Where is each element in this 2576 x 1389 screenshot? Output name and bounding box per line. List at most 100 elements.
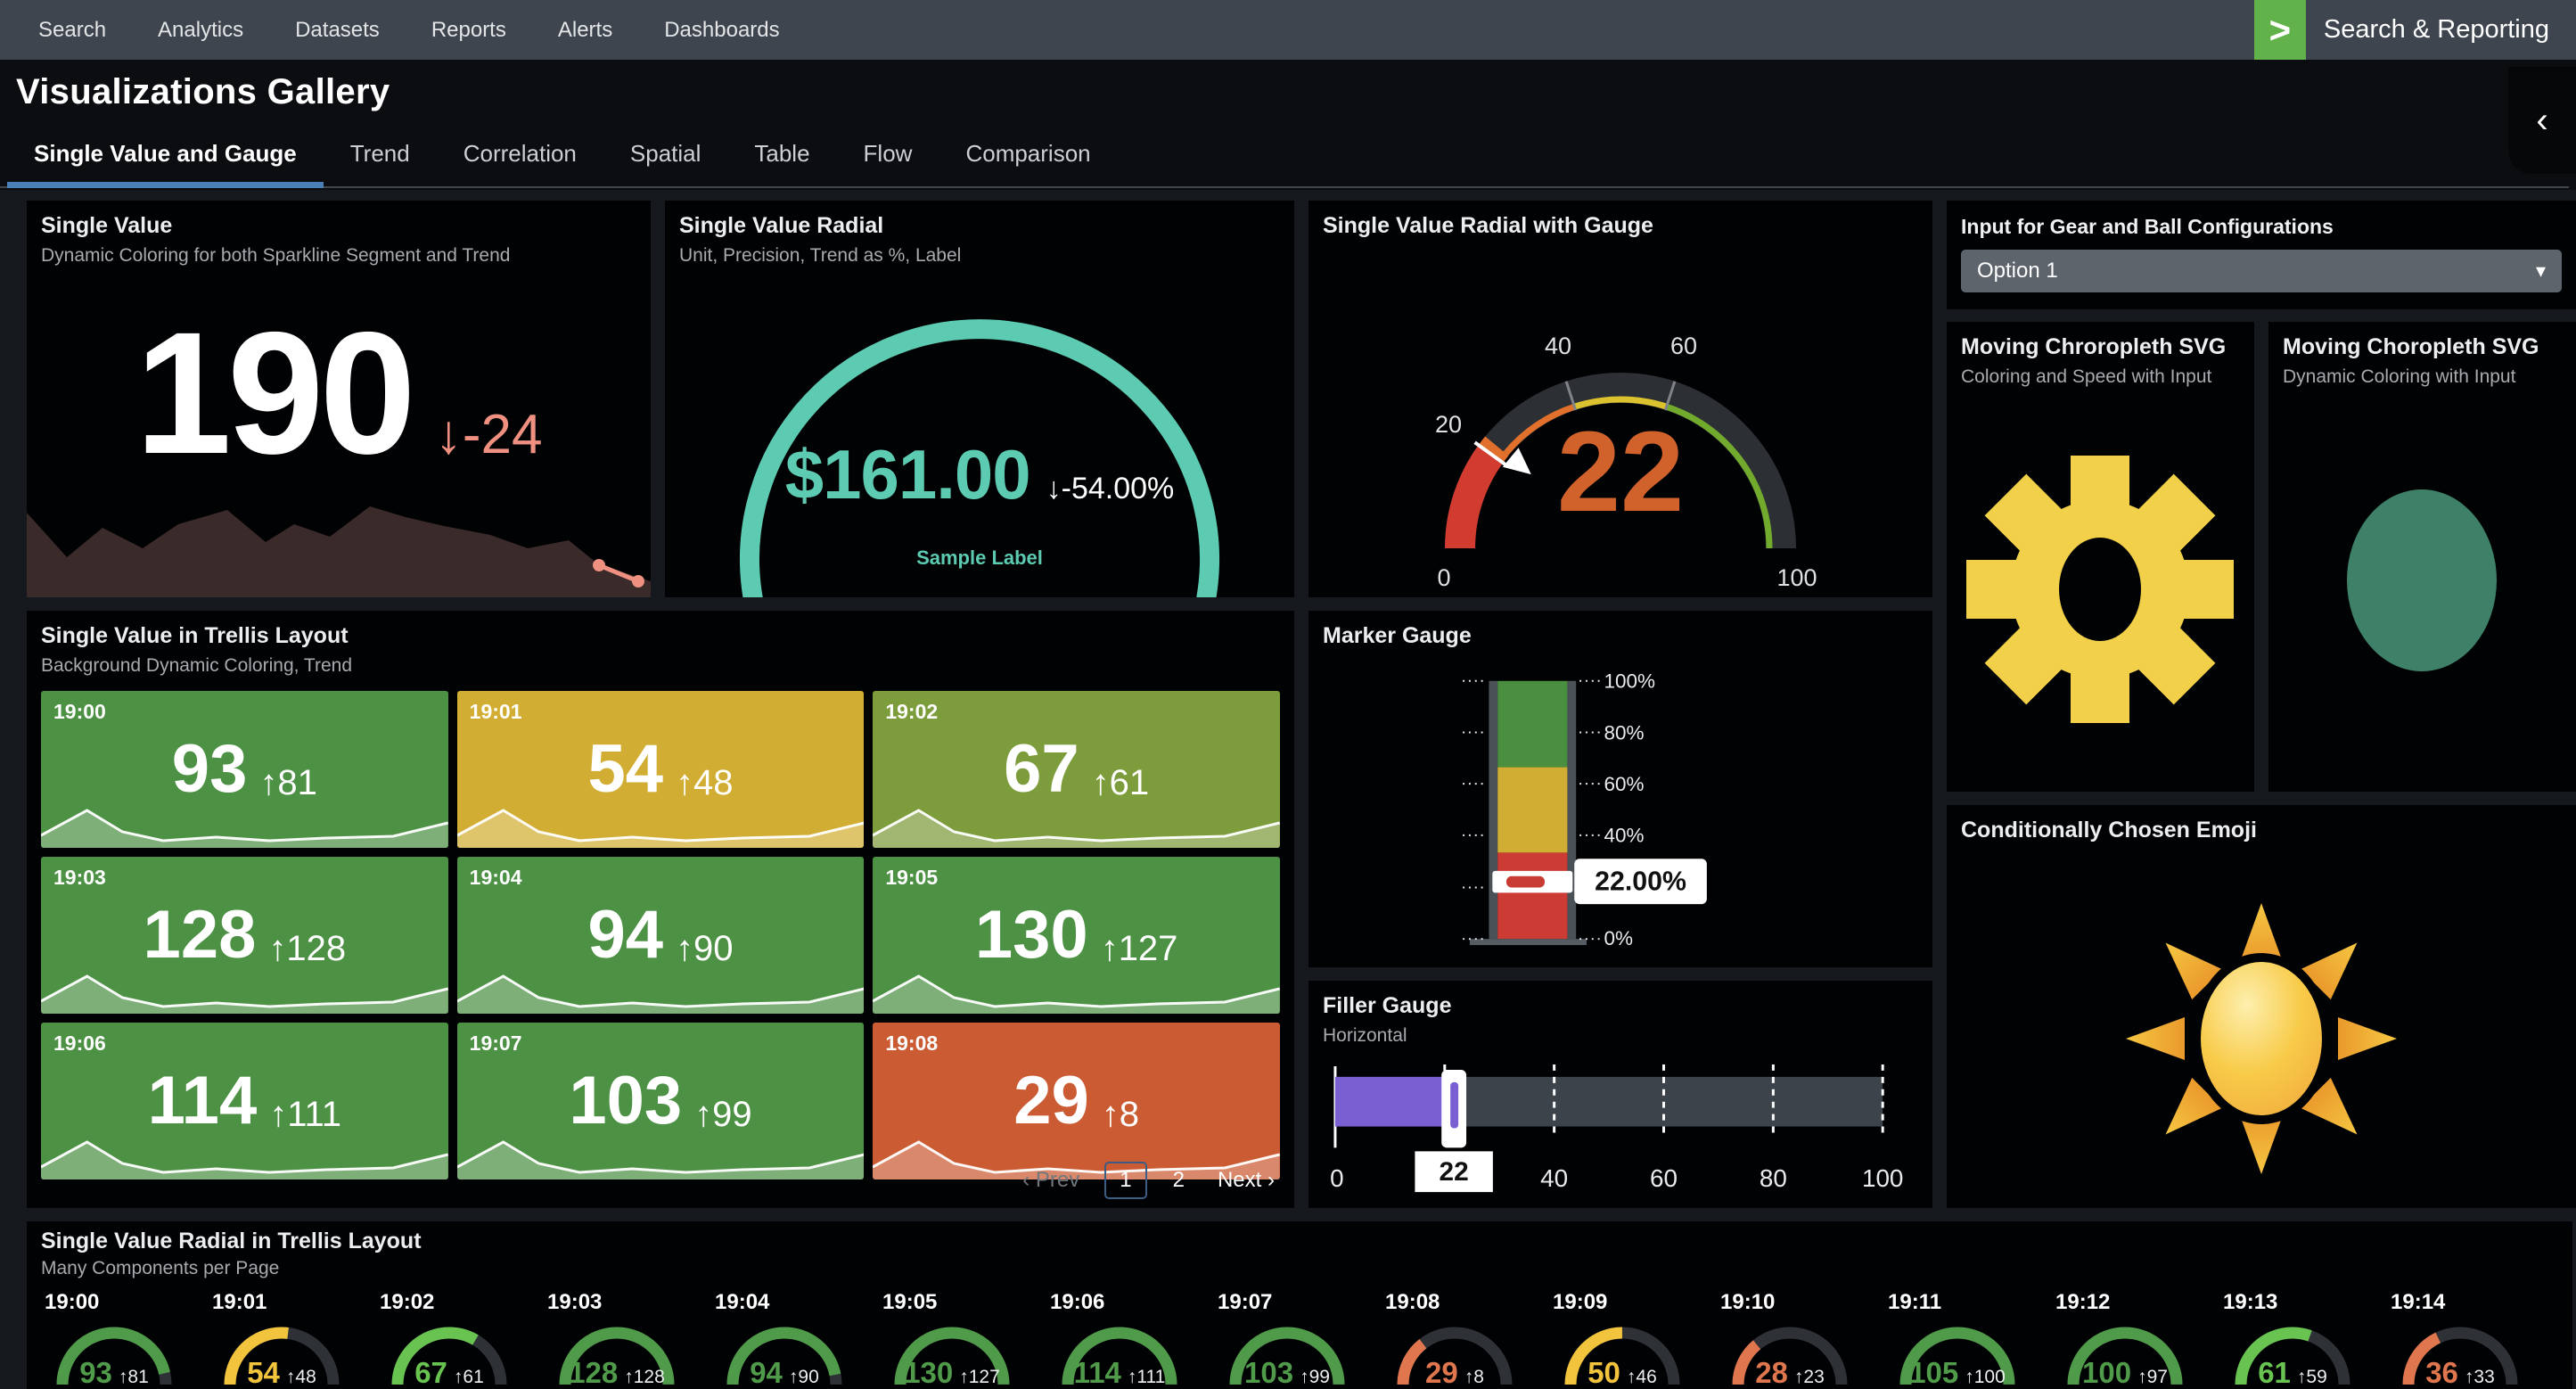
tab-correlation[interactable]: Correlation [437,140,603,188]
panel-subtitle: Background Dynamic Coloring, Trend [27,649,1294,677]
radial-cell-time: 19:05 [882,1290,1043,1315]
radial-cell-19:05: 19:05 130↑127 [875,1290,1043,1389]
tab-flow[interactable]: Flow [837,140,939,188]
up-arrow-icon: ↑ [259,763,277,802]
radial-cell-trend: ↑90 [789,1367,819,1387]
nav-item-datasets[interactable]: Datasets [269,18,406,43]
tile-time: 19:03 [53,866,106,890]
panel-filler-gauge: Filler Gauge Horizontal 22 0 40 60 80 10… [1309,981,1932,1208]
filler-fill [1335,1077,1456,1127]
radial-cell-19:03: 19:03 128↑128 [540,1290,708,1389]
marker-gauge-chart: 100% 80% 60% 40% 0% 22.00% [1414,672,1833,967]
tab-table[interactable]: Table [727,140,836,188]
trellis-grid: 19:00 93 ↑81 19:01 54 ↑48 19:02 67 ↑61 1… [41,691,1280,1179]
radial-cell-value-group: 54↑48 [212,1356,351,1389]
tile-value: 54 [587,736,663,803]
radial-cell-value: 94 [750,1356,783,1389]
marker-segment-green [1497,681,1567,768]
radial-cell-value-group: 28↑23 [1720,1356,1859,1389]
tile-time: 19:00 [53,700,106,724]
splunk-logo-icon[interactable]: > [2254,0,2306,60]
marker-axis-60: 60% [1604,773,1644,795]
up-arrow-icon: ↑ [2465,1367,2474,1387]
collapse-panel-button[interactable]: ‹ [2508,67,2576,174]
up-arrow-icon: ↑ [269,1095,287,1134]
sparkline-area [27,506,651,597]
radial-cell-value-group: 61↑59 [2223,1356,2362,1389]
filler-axis-40: 40 [1540,1164,1568,1192]
radial-cell-value: 105 [1909,1356,1958,1389]
sparkline-dot [593,559,605,571]
radial-cell-trend: ↑111 [1128,1367,1165,1387]
chevron-down-icon: ▾ [2536,259,2546,283]
tab-spatial[interactable]: Spatial [603,140,728,188]
nav-item-analytics[interactable]: Analytics [132,18,269,43]
chevron-left-icon: ‹ [1022,1168,1030,1192]
up-arrow-icon: ↑ [1128,1367,1137,1387]
radial-cell-time: 19:02 [380,1290,540,1315]
radial-cell-19:06: 19:06 114↑111 [1043,1290,1210,1389]
up-arrow-icon: ↑ [676,763,693,802]
nav-item-reports[interactable]: Reports [406,18,532,43]
tab-bar: Single Value and GaugeTrendCorrelationSp… [7,140,1118,188]
filler-handle-pill [1450,1082,1458,1129]
panel-title: Filler Gauge [1309,981,1932,1019]
nav-item-search[interactable]: Search [12,18,132,43]
radial-cell-19:00: 19:00 93↑81 [37,1290,205,1389]
trellis-tile-19:08: 19:08 29 ↑8 [873,1023,1280,1179]
radial-cell-trend: ↑99 [1300,1367,1330,1387]
radial-cell-time: 19:08 [1385,1290,1546,1315]
marker-rail-left [1489,681,1497,939]
filler-axis-60: 60 [1650,1164,1678,1192]
tile-sparkline [873,801,1280,848]
nav-item-alerts[interactable]: Alerts [532,18,638,43]
radial-cell-19:12: 19:12 100↑97 [2048,1290,2216,1389]
marker-handle-pill [1506,876,1545,888]
tile-sparkline [457,1133,865,1179]
tile-trend: ↑128 [268,929,346,969]
panel-single-value: Single Value Dynamic Coloring for both S… [27,201,651,597]
radial-cell-19:01: 19:01 54↑48 [205,1290,373,1389]
pagination-prev-button[interactable]: ‹ Prev [1022,1168,1079,1193]
tab-trend[interactable]: Trend [324,140,437,188]
sparkline-dot [632,575,644,588]
nav-items: SearchAnalyticsDatasetsReportsAlertsDash… [12,18,806,43]
radial-cell-19:08: 19:08 29↑8 [1378,1290,1546,1389]
pagination-next-button[interactable]: Next › [1218,1168,1275,1193]
down-arrow-icon: ↓ [1046,472,1062,505]
radial-cell-trend: ↑8 [1464,1367,1484,1387]
tile-time: 19:01 [470,700,522,724]
chevron-right-icon: › [1267,1168,1275,1192]
radial-cell-19:14: 19:14 36↑33 [2383,1290,2551,1389]
pagination-pages: 12 [1104,1162,1193,1199]
tile-time: 19:06 [53,1031,106,1056]
radial-cell-value-group: 105↑100 [1888,1356,2027,1389]
dropdown-value: Option 1 [1977,259,2058,284]
configuration-dropdown[interactable]: Option 1 ▾ [1961,250,2562,292]
tab-comparison[interactable]: Comparison [939,140,1117,188]
filler-value-label: 22 [1440,1157,1469,1187]
tab-single-value-and-gauge[interactable]: Single Value and Gauge [7,140,324,188]
trellis-tile-19:04: 19:04 94 ↑90 [457,857,865,1014]
app-bar: > Search & Reporting [2254,0,2576,60]
pagination-page-2[interactable]: 2 [1165,1163,1193,1197]
radial-cell-time: 19:07 [1218,1290,1378,1315]
radial-cell-trend: ↑81 [119,1367,149,1387]
marker-axis-0: 0% [1604,927,1632,949]
chevron-left-icon: ‹ [2536,101,2547,141]
panel-radial-trellis: Single Value Radial in Trellis Layout Ma… [27,1221,2572,1389]
tile-sparkline [41,1133,448,1179]
panel-title: Marker Gauge [1309,611,1932,649]
nav-item-dashboards[interactable]: Dashboards [638,18,805,43]
up-arrow-icon: ↑ [1300,1367,1309,1387]
radial-cell-value: 36 [2425,1356,2458,1389]
tile-value: 29 [1013,1067,1089,1135]
tile-value: 67 [1004,736,1079,803]
marker-axis-80: 80% [1604,721,1644,744]
tile-sparkline [41,967,448,1014]
radial-cell-value-group: 130↑127 [882,1356,1021,1389]
up-arrow-icon: ↑ [2137,1367,2147,1387]
pagination-page-1[interactable]: 1 [1104,1162,1146,1199]
radial-cell-value: 28 [1755,1356,1788,1389]
panel-single-value-radial: Single Value Radial Unit, Precision, Tre… [665,201,1294,597]
